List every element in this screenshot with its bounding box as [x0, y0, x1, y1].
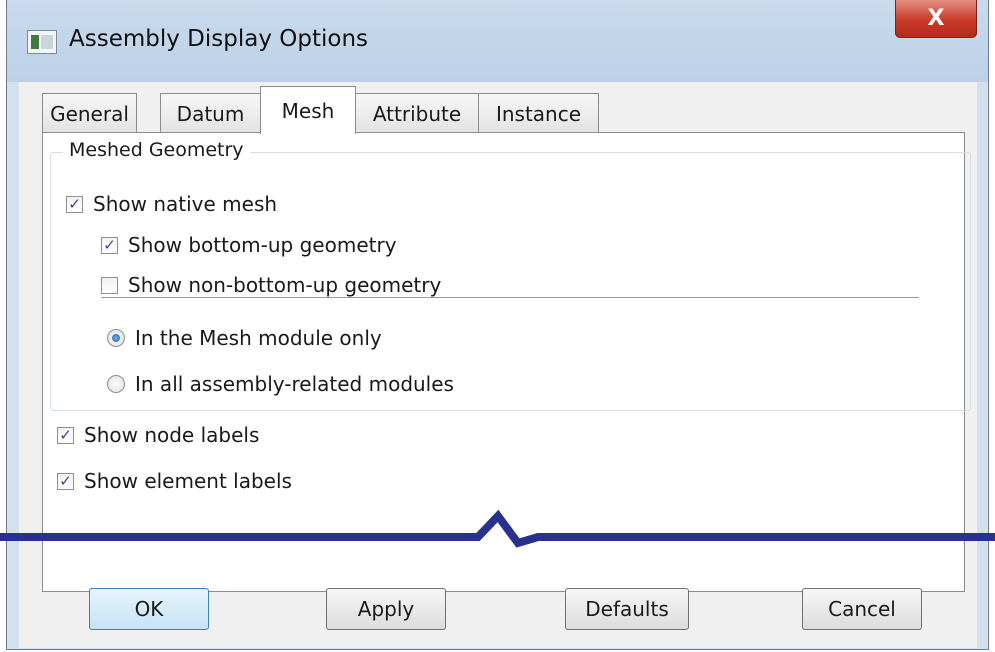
defaults-button[interactable]: Defaults [565, 588, 689, 630]
show-non-bottom-up-geometry-checkbox[interactable]: Show non-bottom-up geometry [101, 273, 441, 297]
ok-button[interactable]: OK [89, 588, 209, 630]
meshed-geometry-legend: Meshed Geometry [63, 139, 250, 161]
meshed-geometry-group: Meshed Geometry ✓ Show native mesh ✓ Sho… [50, 139, 971, 411]
close-button[interactable]: X [895, 0, 977, 38]
show-bottom-up-geometry-checkbox[interactable]: ✓ Show bottom-up geometry [101, 233, 397, 257]
show-element-labels-label: Show element labels [84, 469, 292, 493]
checkbox-unchecked-icon [101, 276, 118, 294]
mesh-module-only-radio[interactable]: In the Mesh module only [107, 326, 382, 350]
all-assembly-modules-label: In all assembly-related modules [135, 372, 454, 396]
tab-mesh[interactable]: Mesh [260, 86, 356, 134]
all-assembly-modules-radio[interactable]: In all assembly-related modules [107, 372, 454, 396]
dialog-body: General Datum Mesh Attribute Instance Me… [19, 82, 977, 648]
apply-button[interactable]: Apply [326, 588, 446, 630]
show-element-labels-checkbox[interactable]: ✓ Show element labels [57, 469, 292, 493]
checkbox-checked-icon: ✓ [57, 472, 74, 490]
show-node-labels-checkbox[interactable]: ✓ Show node labels [57, 423, 259, 447]
show-native-mesh-checkbox[interactable]: ✓ Show native mesh [66, 192, 277, 216]
show-bottom-up-geometry-label: Show bottom-up geometry [128, 233, 397, 257]
radio-selected-icon [107, 329, 125, 347]
separator [101, 297, 919, 298]
show-non-bottom-up-geometry-label: Show non-bottom-up geometry [128, 273, 442, 297]
assembly-display-options-dialog: Assembly Display Options X General Datum… [6, 0, 989, 650]
tab-attribute[interactable]: Attribute [355, 93, 479, 133]
window-title: Assembly Display Options [69, 26, 368, 52]
tab-datum[interactable]: Datum [160, 93, 261, 133]
tab-instance[interactable]: Instance [478, 93, 599, 133]
cancel-button[interactable]: Cancel [802, 588, 922, 630]
radio-unselected-icon [107, 375, 125, 393]
cut-break-line [0, 509, 995, 548]
show-node-labels-label: Show node labels [84, 423, 260, 447]
checkbox-checked-icon: ✓ [66, 195, 83, 213]
show-native-mesh-label: Show native mesh [93, 192, 278, 216]
application-icon [27, 30, 57, 54]
tab-general[interactable]: General [42, 93, 137, 133]
title-bar[interactable]: Assembly Display Options X [7, 0, 988, 82]
checkbox-checked-icon: ✓ [101, 236, 118, 254]
mesh-module-only-label: In the Mesh module only [135, 326, 382, 350]
checkbox-checked-icon: ✓ [57, 426, 74, 444]
